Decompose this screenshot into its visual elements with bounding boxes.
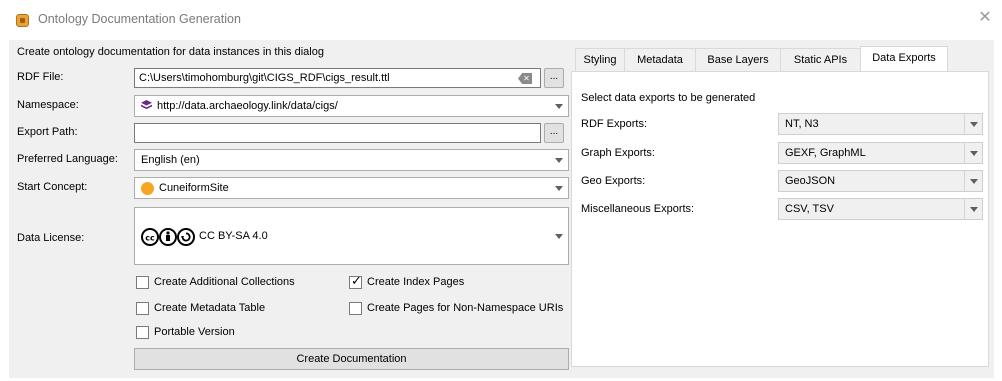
tab-base-layers[interactable]: Base Layers: [695, 48, 781, 72]
rdf-file-browse-button[interactable]: ...: [544, 68, 564, 88]
tab-styling[interactable]: Styling: [575, 48, 625, 72]
start-concept-combobox[interactable]: CuneiformSite: [134, 177, 569, 199]
preferred-language-value: English (en): [141, 154, 200, 166]
chevron-down-icon[interactable]: [964, 171, 982, 191]
checkbox-box[interactable]: [349, 302, 362, 315]
graph-exports-label: Graph Exports:: [581, 147, 655, 159]
checkbox-box[interactable]: [136, 276, 149, 289]
graph-exports-combobox[interactable]: GEXF, GraphML: [778, 142, 983, 164]
misc-exports-value: CSV, TSV: [785, 203, 834, 215]
rdf-file-field[interactable]: C:\Users\timohomburg\git\CIGS_RDF\cigs_r…: [134, 68, 541, 88]
data-exports-pane: Select data exports to be generated RDF …: [571, 71, 989, 367]
export-path-field[interactable]: [134, 123, 541, 143]
namespace-combobox[interactable]: http://data.archaeology.link/data/cigs/: [134, 95, 569, 117]
cc-by-sa-icon: cc: [141, 228, 195, 246]
chevron-down-icon[interactable]: [550, 150, 568, 170]
data-license-combobox[interactable]: cc CC BY-SA 4.0: [134, 207, 569, 265]
checkbox-label: Create Additional Collections: [154, 276, 295, 288]
clear-icon[interactable]: ✕: [518, 73, 532, 84]
chevron-down-icon[interactable]: [964, 143, 982, 163]
graph-exports-value: GEXF, GraphML: [785, 147, 866, 159]
close-icon[interactable]: ✕: [976, 9, 994, 27]
data-license-label: Data License:: [17, 232, 85, 244]
chevron-down-icon[interactable]: [550, 96, 568, 116]
settings-panel: Create ontology documentation for data i…: [9, 40, 569, 378]
preferred-language-combobox[interactable]: English (en): [134, 149, 569, 171]
options-tabs: Styling Metadata Base Layers Static APIs…: [571, 40, 994, 378]
namespace-icon: [141, 100, 152, 110]
rdf-exports-value: NT, N3: [785, 118, 819, 130]
geo-exports-value: GeoJSON: [785, 175, 836, 187]
checkbox-box[interactable]: [136, 302, 149, 315]
geo-exports-combobox[interactable]: GeoJSON: [778, 170, 983, 192]
tab-metadata[interactable]: Metadata: [624, 48, 696, 72]
checkbox-box[interactable]: [136, 326, 149, 339]
start-concept-label: Start Concept:: [17, 181, 88, 193]
checkbox-label: Create Metadata Table: [154, 302, 266, 314]
dialog-client: Create ontology documentation for data i…: [9, 40, 994, 378]
checkbox-box[interactable]: [349, 274, 362, 289]
namespace-label: Namespace:: [17, 99, 79, 111]
dialog-description: Create ontology documentation for data i…: [17, 46, 324, 58]
checkbox-label: Portable Version: [154, 326, 235, 338]
svg-text:cc: cc: [145, 234, 155, 243]
chevron-down-icon[interactable]: [550, 178, 568, 198]
preferred-language-label: Preferred Language:: [17, 153, 118, 165]
create-documentation-button[interactable]: Create Documentation: [134, 348, 569, 370]
rdf-exports-label: RDF Exports:: [581, 118, 648, 130]
checkbox-label: Create Index Pages: [367, 276, 465, 288]
misc-exports-combobox[interactable]: CSV, TSV: [778, 198, 983, 220]
concept-icon: [141, 182, 154, 195]
start-concept-value: CuneiformSite: [159, 182, 229, 194]
rdf-file-value: C:\Users\timohomburg\git\CIGS_RDF\cigs_r…: [139, 72, 390, 84]
exports-heading: Select data exports to be generated: [581, 92, 756, 104]
chevron-down-icon[interactable]: [964, 114, 982, 134]
tab-data-exports[interactable]: Data Exports: [860, 46, 948, 72]
rdf-exports-combobox[interactable]: NT, N3: [778, 113, 983, 135]
chevron-down-icon[interactable]: [550, 208, 568, 264]
data-license-value: CC BY-SA 4.0: [199, 230, 268, 242]
geo-exports-label: Geo Exports:: [581, 175, 646, 187]
export-path-browse-button[interactable]: ...: [544, 123, 564, 143]
title-bar: Ontology Documentation Generation ✕: [0, 0, 1002, 40]
tab-static-apis[interactable]: Static APIs: [780, 48, 861, 72]
namespace-value: http://data.archaeology.link/data/cigs/: [157, 100, 338, 112]
app-icon: [16, 14, 29, 27]
window-title: Ontology Documentation Generation: [38, 12, 241, 26]
checkbox-label: Create Pages for Non-Namespace URIs: [367, 302, 564, 314]
export-path-label: Export Path:: [17, 126, 78, 138]
chevron-down-icon[interactable]: [964, 199, 982, 219]
misc-exports-label: Miscellaneous Exports:: [581, 203, 695, 215]
rdf-file-label: RDF File:: [17, 71, 64, 83]
